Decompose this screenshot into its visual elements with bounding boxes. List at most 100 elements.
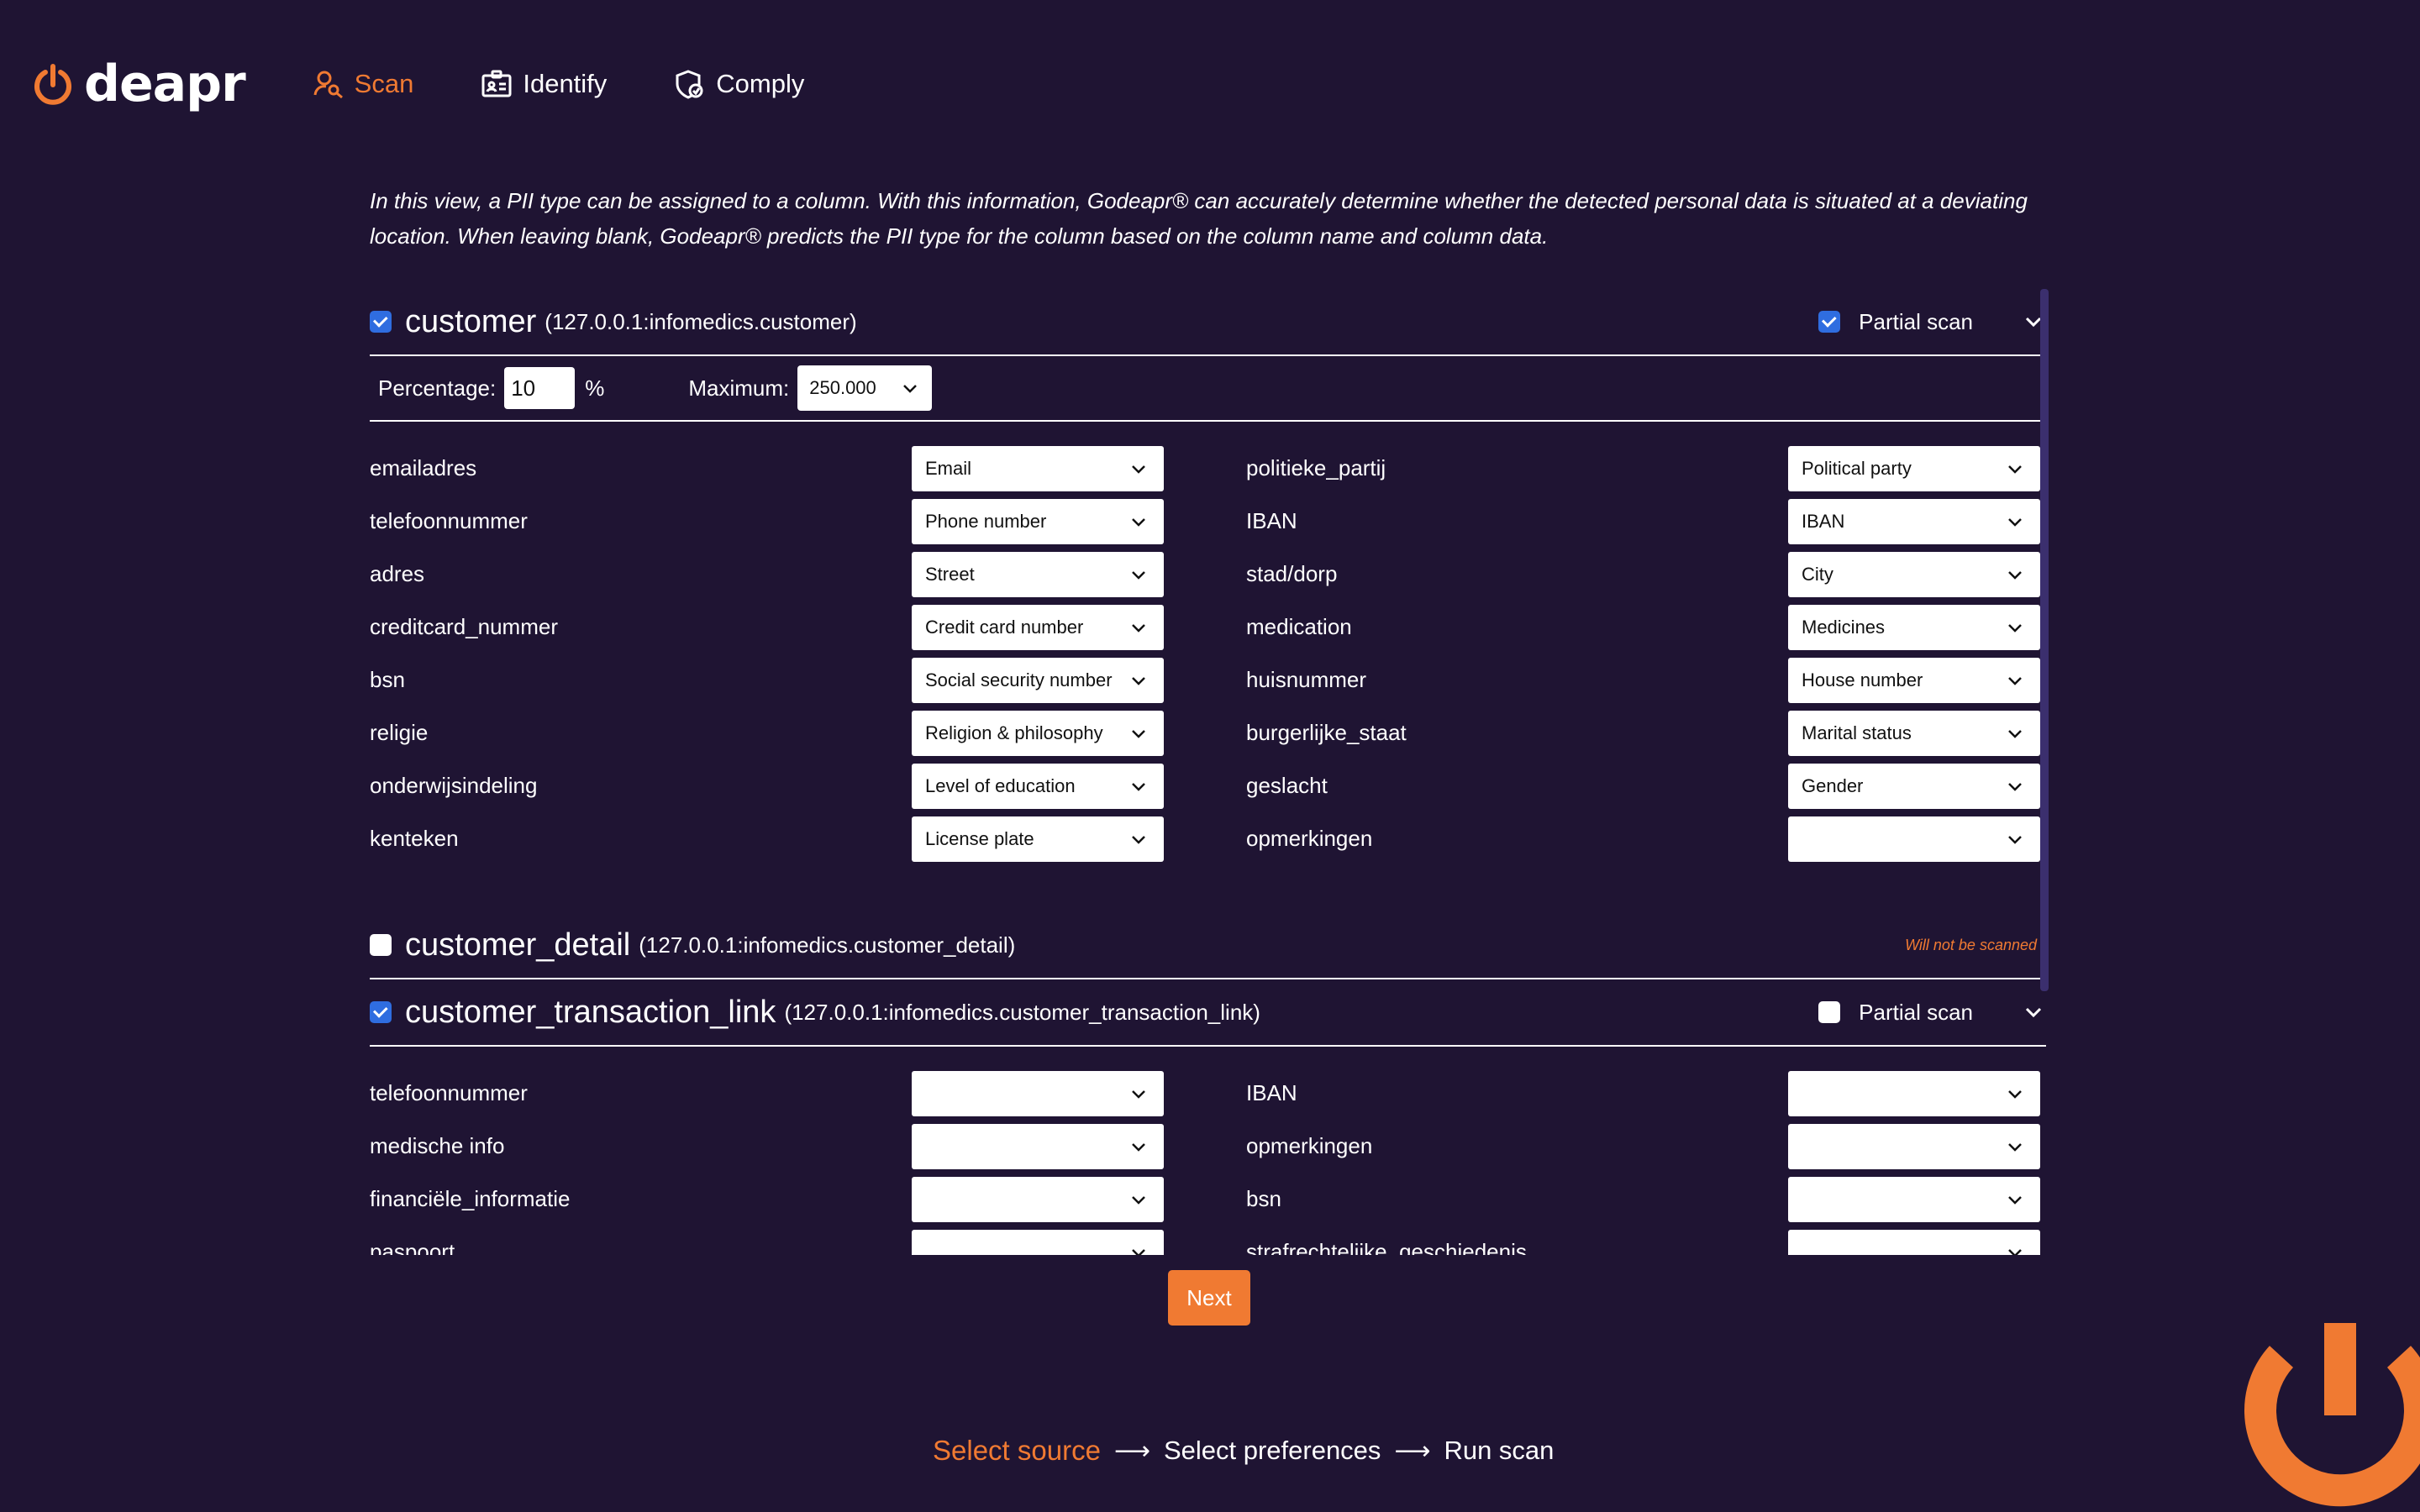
column-name: opmerkingen — [1246, 826, 1373, 851]
partial-scan-label: Partial scan — [1859, 308, 1973, 334]
column-row: telefoonnummer Phone number — [370, 495, 1246, 548]
scrollbar[interactable] — [2040, 289, 2049, 991]
top-header: deapr Scan Identify Comply — [32, 50, 804, 118]
partial-scan-label: Partial scan — [1859, 999, 1973, 1025]
percentage-input[interactable] — [504, 367, 576, 409]
chevron-down-icon — [1132, 729, 1145, 738]
pii-type-select[interactable]: IBAN — [1788, 498, 2040, 544]
not-scanned-label: Will not be scanned — [1905, 936, 2037, 953]
pii-type-value: Street — [925, 563, 975, 585]
pii-type-select[interactable] — [912, 1229, 1164, 1255]
pii-type-select[interactable]: Level of education — [912, 763, 1164, 809]
chevron-down-icon — [1132, 1089, 1145, 1099]
sampling-row: Percentage: % Maximum: 250.000 — [370, 356, 2046, 422]
pii-type-select[interactable]: Social security number — [912, 657, 1164, 703]
column-name: telefoonnummer — [370, 508, 528, 533]
maximum-select[interactable]: 250.000 — [797, 365, 933, 411]
chevron-down-icon — [2008, 1089, 2022, 1099]
step-select-preferences[interactable]: Select preferences — [1164, 1436, 1381, 1466]
nav-scan[interactable]: Scan — [313, 68, 413, 100]
column-name: IBAN — [1246, 1080, 1297, 1105]
column-row: huisnummer House number — [1246, 654, 2046, 706]
maximum-value: 250.000 — [809, 377, 876, 398]
column-row: bsn — [1246, 1173, 2046, 1226]
table-block-customer: customer (127.0.0.1:infomedics.customer)… — [370, 289, 2046, 865]
pii-type-select[interactable]: Email — [912, 445, 1164, 491]
power-logo-icon — [2244, 1323, 2420, 1507]
pii-type-select[interactable] — [1788, 1070, 2040, 1116]
column-name: huisnummer — [1246, 667, 1367, 692]
partial-scan-toggle: Partial scan — [1818, 309, 2046, 335]
pii-type-select[interactable] — [1788, 1123, 2040, 1169]
column-row: religie Religion & philosophy — [370, 706, 1246, 759]
pii-type-value: License plate — [925, 827, 1034, 849]
pii-type-select[interactable]: Religion & philosophy — [912, 710, 1164, 756]
step-select-source[interactable]: Select source — [933, 1435, 1101, 1467]
pii-type-value: House number — [1802, 669, 1923, 690]
partial-scan-checkbox[interactable] — [1818, 1001, 1841, 1023]
pii-type-select[interactable]: License plate — [912, 816, 1164, 862]
table-source: (127.0.0.1:infomedics.customer_transacti… — [784, 999, 1260, 1025]
step-run-scan[interactable]: Run scan — [1444, 1436, 1554, 1466]
chevron-down-icon[interactable] — [2022, 1000, 2045, 1024]
logo[interactable]: deapr — [32, 55, 246, 113]
column-row: strafrechtelijke_geschiedenis — [1246, 1226, 2046, 1255]
column-name: politieke_partij — [1246, 455, 1386, 480]
table-header: customer_detail (127.0.0.1:infomedics.cu… — [370, 912, 2046, 979]
column-row: emailadres Email — [370, 442, 1246, 495]
pii-type-select[interactable]: Marital status — [1788, 710, 2040, 756]
maximum-label: Maximum: — [688, 375, 790, 401]
table-checkbox[interactable] — [370, 934, 392, 956]
pii-type-select[interactable]: Political party — [1788, 445, 2040, 491]
column-row: medische info — [370, 1120, 1246, 1173]
column-row: opmerkingen — [1246, 812, 2046, 865]
pii-type-select[interactable] — [1788, 1229, 2040, 1255]
pii-type-value: Marital status — [1802, 722, 1912, 743]
intro-text: In this view, a PII type can be assigned… — [370, 188, 2028, 249]
chevron-down-icon — [2008, 835, 2022, 844]
nav-identify-label: Identify — [523, 69, 608, 98]
partial-scan-checkbox[interactable] — [1818, 311, 1841, 333]
pii-type-select[interactable] — [1788, 1176, 2040, 1222]
pii-type-value: Email — [925, 457, 972, 479]
pii-type-select[interactable]: Street — [912, 551, 1164, 597]
column-row: medication Medicines — [1246, 601, 2046, 654]
table-checkbox[interactable] — [370, 1001, 392, 1023]
column-row: IBAN IBAN — [1246, 495, 2046, 548]
partial-scan-toggle: Partial scan — [1818, 1000, 2046, 1026]
pii-type-select[interactable] — [912, 1070, 1164, 1116]
nav-identify[interactable]: Identify — [481, 68, 607, 100]
pii-type-select[interactable] — [912, 1176, 1164, 1222]
next-button[interactable]: Next — [1168, 1270, 1250, 1326]
pii-type-select[interactable]: Phone number — [912, 498, 1164, 544]
chevron-down-icon — [1132, 465, 1145, 474]
column-name: adres — [370, 561, 425, 586]
chevron-down-icon — [2008, 1248, 2022, 1255]
pii-type-select[interactable] — [1788, 816, 2040, 862]
column-row: geslacht Gender — [1246, 759, 2046, 812]
pii-type-select[interactable]: House number — [1788, 657, 2040, 703]
column-name: medication — [1246, 614, 1352, 639]
pii-type-select[interactable] — [912, 1123, 1164, 1169]
pii-type-value: Gender — [1802, 774, 1864, 796]
pii-type-value: Medicines — [1802, 616, 1886, 638]
pii-type-select[interactable]: Medicines — [1788, 604, 2040, 650]
chevron-down-icon — [2008, 782, 2022, 791]
chevron-down-icon — [1132, 570, 1145, 580]
chevron-down-icon — [2008, 1142, 2022, 1152]
chevron-down-icon — [1132, 835, 1145, 844]
pii-type-select[interactable]: Gender — [1788, 763, 2040, 809]
table-list: customer (127.0.0.1:infomedics.customer)… — [370, 289, 2046, 1255]
pii-type-select[interactable]: Credit card number — [912, 604, 1164, 650]
chevron-down-icon — [1132, 1142, 1145, 1152]
chevron-down-icon — [1132, 1195, 1145, 1205]
pii-type-value: Credit card number — [925, 616, 1084, 638]
power-logo-icon — [34, 64, 71, 105]
nav-comply[interactable]: Comply — [674, 68, 804, 100]
chevron-down-icon — [903, 385, 918, 393]
table-checkbox[interactable] — [370, 311, 392, 333]
table-block-customer-detail: customer_detail (127.0.0.1:infomedics.cu… — [370, 912, 2046, 979]
pii-type-select[interactable]: City — [1788, 551, 2040, 597]
column-name: religie — [370, 720, 429, 745]
